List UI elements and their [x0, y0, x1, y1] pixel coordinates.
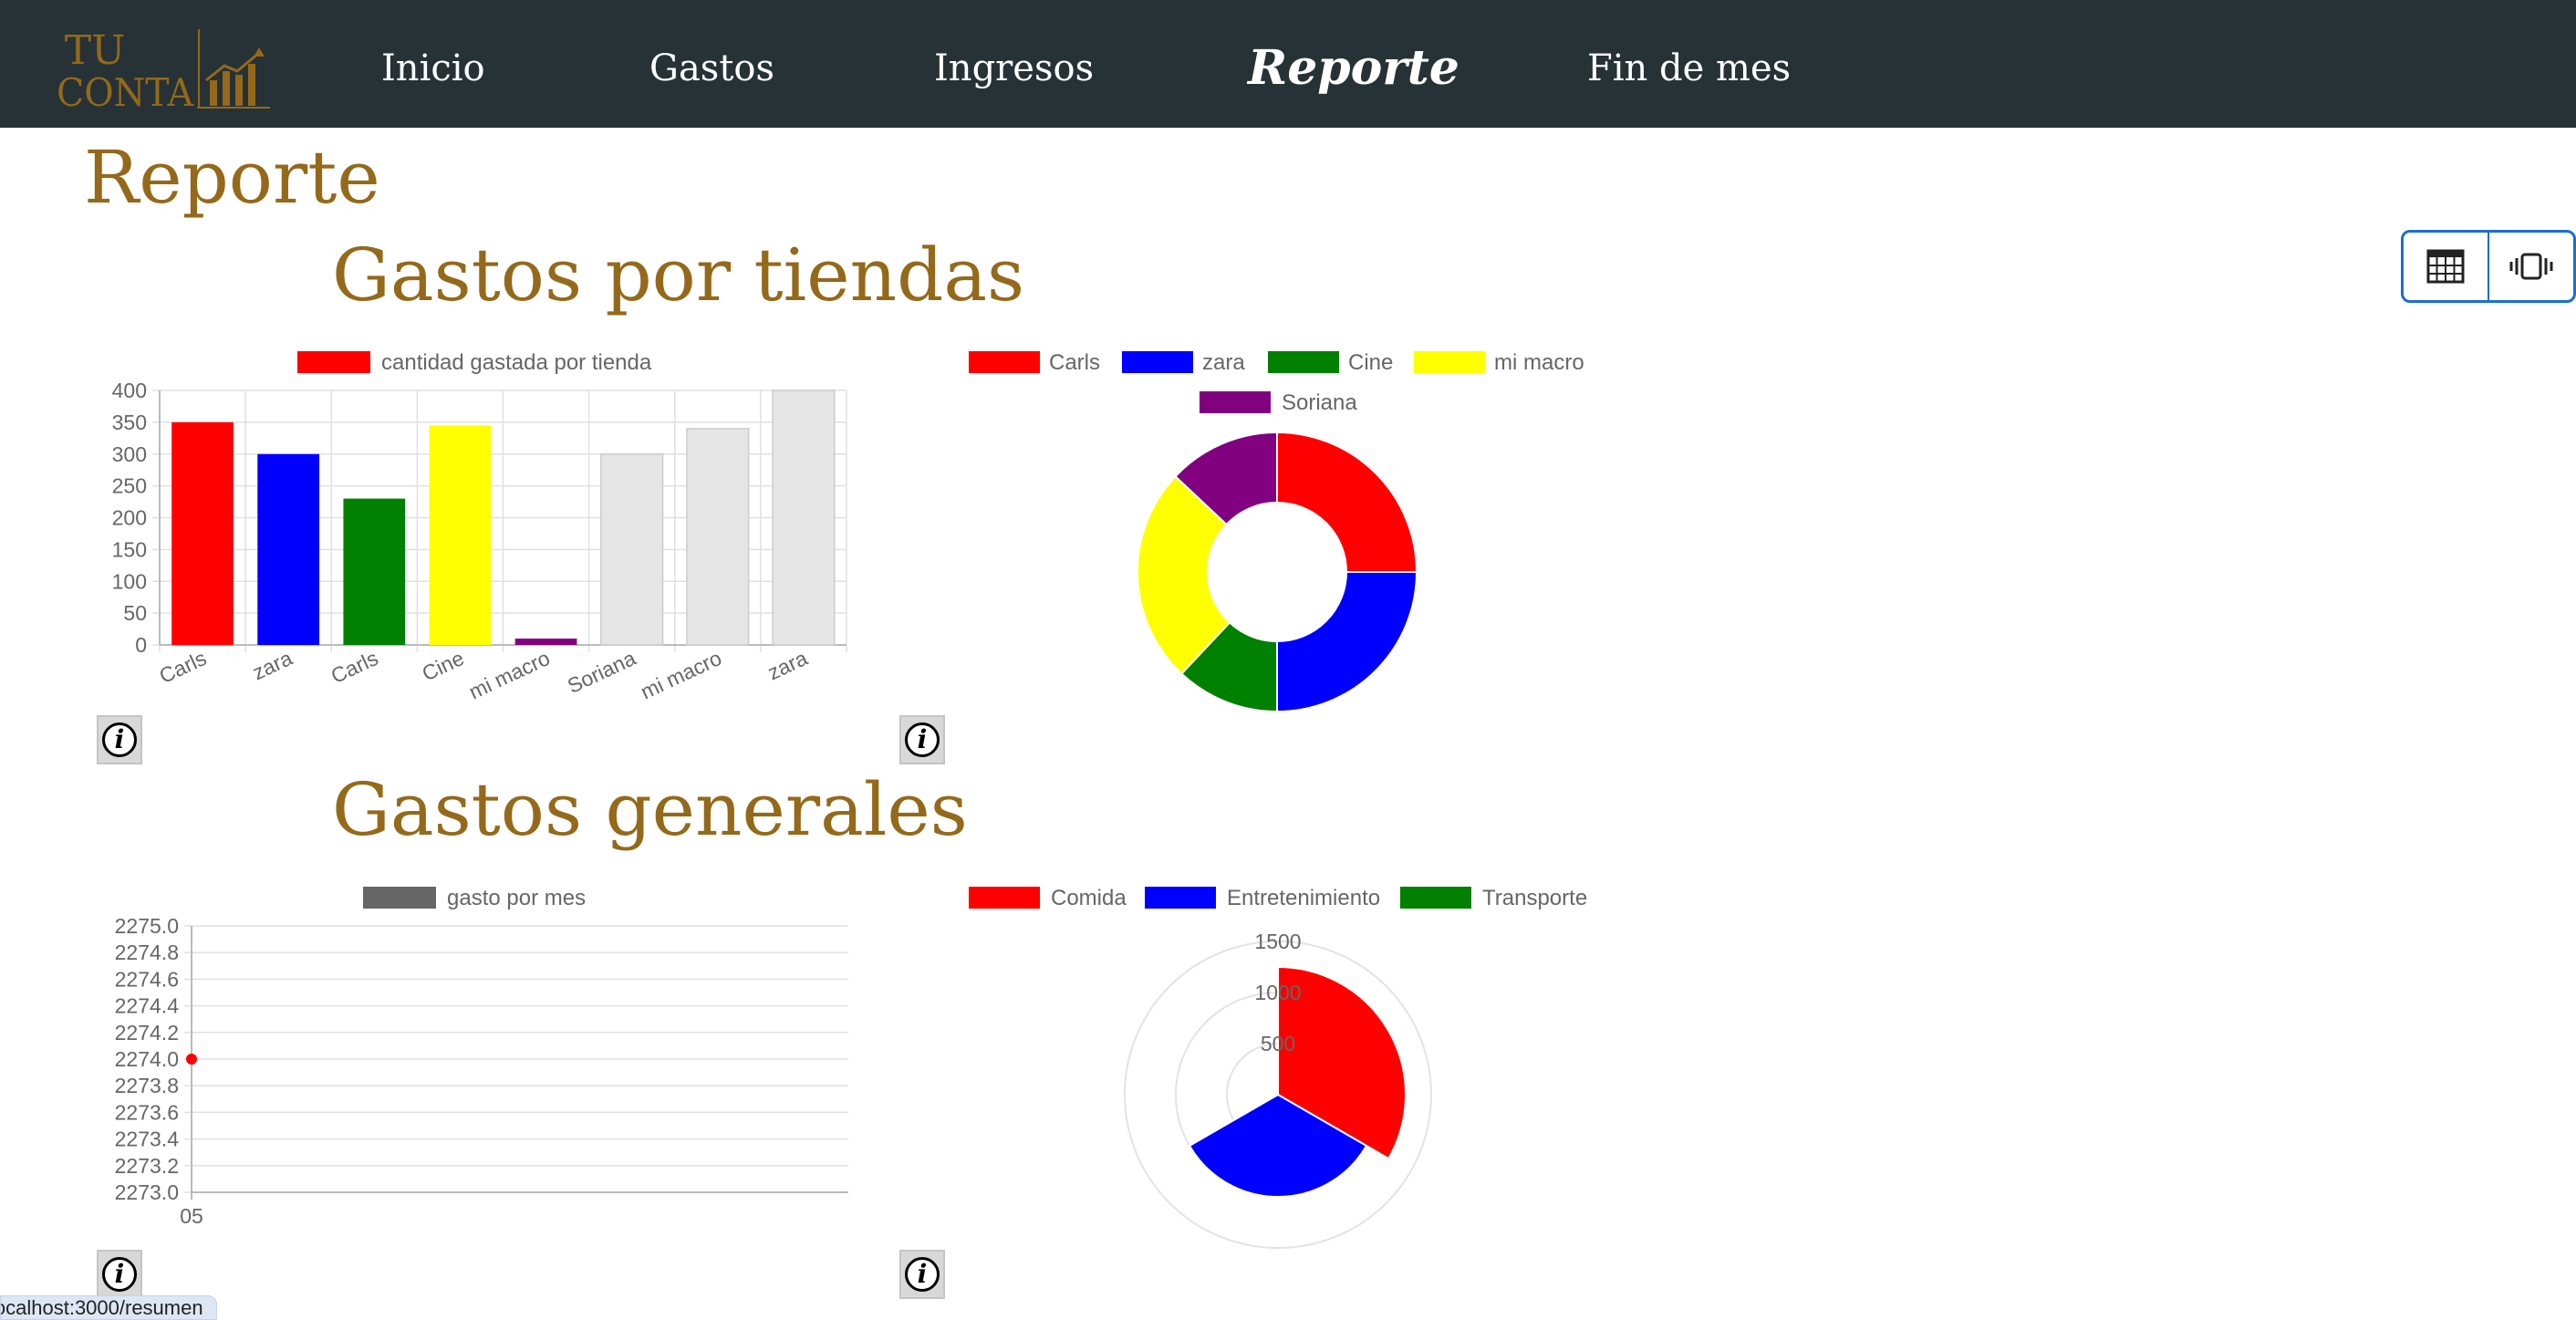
- y-tick-label: 2273.4: [115, 1128, 180, 1151]
- info-button-line-chart[interactable]: i: [97, 1250, 142, 1299]
- legend-label: Entretenimiento: [1227, 886, 1380, 910]
- bar-zara: [257, 453, 320, 645]
- y-tick-label: 2274.8: [115, 941, 179, 964]
- line-chart-gasto-por-mes: gasto por mes 2275.0 2274.8 2274.6 2274.4 227…: [115, 886, 848, 1228]
- y-tick-label: 200: [112, 506, 147, 530]
- legend-label: Carls: [1049, 350, 1100, 375]
- radial-tick-label: 1000: [1254, 981, 1301, 1004]
- legend-swatch: [969, 887, 1040, 909]
- browser-status-bar: localhost:3000/resumen: [0, 1295, 217, 1320]
- legend-label: gasto por mes: [447, 886, 586, 910]
- radial-tick-label: 500: [1261, 1032, 1295, 1055]
- top-navbar: TU CONTA Inicio Gastos Ingresos Reporte …: [0, 0, 2576, 128]
- legend-swatch: [969, 351, 1040, 373]
- y-tick-label: 2273.2: [115, 1154, 179, 1178]
- legend-swatch: [1414, 351, 1485, 373]
- x-tick-label: 05: [180, 1204, 203, 1228]
- section-title-gastos-generales: Gastos generales: [332, 767, 968, 852]
- status-url: localhost:3000/resumen: [0, 1296, 203, 1319]
- data-point: [186, 1054, 197, 1065]
- y-tick-label: 2273.0: [115, 1180, 179, 1204]
- carousel-view-button[interactable]: [2488, 233, 2573, 300]
- radial-tick-label: 1500: [1254, 930, 1301, 953]
- legend-label: Comida: [1051, 886, 1127, 910]
- logo-text-top: TU: [65, 27, 125, 74]
- legend-label: Transporte: [1482, 886, 1587, 910]
- x-tick-label: Soriana: [564, 646, 639, 698]
- y-tick-label: 2275.0: [115, 914, 179, 938]
- legend-label: zara: [1202, 350, 1245, 375]
- bar-carls: [343, 498, 406, 645]
- legend-swatch: [1122, 351, 1193, 373]
- view-toggle-group: [2401, 230, 2576, 303]
- calendar-grid-icon: [2426, 249, 2465, 284]
- y-tick-label: 250: [112, 474, 147, 498]
- y-tick-label: 2273.8: [115, 1074, 179, 1097]
- x-tick-label: mi macro: [465, 646, 554, 704]
- bar-zara: [772, 390, 836, 646]
- nav-fin-de-mes[interactable]: Fin de mes: [1587, 0, 1791, 128]
- bar-chart-gastos-por-tienda: cantidad gastada por tienda 0 50 100 150 200 2…: [112, 350, 847, 704]
- y-tick-label: 2274.4: [115, 994, 180, 1018]
- doughnut-chart-tiendas: Carls zara Cine mi macro Soriana: [969, 350, 1584, 713]
- legend-swatch: [1145, 887, 1216, 909]
- x-tick-label: Carls: [156, 646, 211, 688]
- info-button-doughnut-chart[interactable]: i: [899, 715, 945, 764]
- carousel-icon: [2509, 253, 2553, 280]
- section-title-gastos-por-tiendas: Gastos por tiendas: [332, 233, 1025, 317]
- legend-swatch: [1268, 351, 1339, 373]
- doughnut-slice-zara: [1276, 571, 1418, 713]
- x-tick-label: zara: [764, 646, 812, 685]
- nav-ingresos[interactable]: Ingresos: [934, 0, 1094, 128]
- bar-mi-macro: [514, 639, 577, 645]
- bar-cine: [429, 425, 492, 645]
- y-tick-label: 0: [135, 633, 147, 657]
- y-tick-label: 100: [112, 569, 147, 593]
- y-tick-label: 300: [112, 442, 147, 466]
- nav-inicio[interactable]: Inicio: [381, 0, 485, 128]
- logo-text-bottom: CONTA: [57, 70, 194, 115]
- y-tick-label: 2274.2: [115, 1021, 179, 1045]
- doughnut-slice-carls: [1276, 431, 1418, 573]
- legend-swatch: [1400, 887, 1471, 909]
- info-icon: i: [905, 1257, 940, 1292]
- info-icon: i: [905, 722, 940, 757]
- y-tick-label: 2273.6: [115, 1100, 179, 1124]
- y-tick-label: 150: [112, 537, 147, 561]
- polar-area-chart-categorias: Comida Entretenimiento Transporte 500 1000 15…: [969, 886, 1587, 1249]
- legend-label: cantidad gastada por tienda: [381, 350, 652, 375]
- y-tick-label: 2274.0: [115, 1047, 179, 1071]
- bar-mi-macro: [686, 428, 750, 646]
- x-tick-label: Carls: [327, 646, 382, 688]
- legend-label: Cine: [1348, 350, 1393, 375]
- legend-swatch: [1200, 391, 1271, 413]
- info-icon: i: [102, 1257, 137, 1292]
- app-logo[interactable]: TU CONTA: [53, 20, 272, 115]
- y-tick-label: 2274.6: [115, 967, 179, 991]
- nav-gastos[interactable]: Gastos: [649, 0, 774, 128]
- legend-swatch: [363, 887, 436, 909]
- y-tick-label: 350: [112, 411, 147, 434]
- calendar-view-button[interactable]: [2404, 233, 2488, 300]
- nav-reporte[interactable]: Reporte: [1248, 0, 1459, 128]
- x-tick-label: mi macro: [637, 646, 725, 704]
- y-tick-label: 50: [123, 601, 147, 625]
- legend-swatch: [297, 351, 370, 373]
- info-icon: i: [102, 722, 137, 757]
- page-title: Reporte: [84, 135, 380, 220]
- logo-chart-icon: TU CONTA: [57, 27, 270, 115]
- legend-label: mi macro: [1494, 350, 1584, 375]
- legend-label: Soriana: [1282, 390, 1357, 415]
- bar-soriana: [600, 453, 664, 646]
- x-tick-label: Cine: [419, 646, 468, 686]
- info-button-bar-chart[interactable]: i: [97, 715, 142, 764]
- info-button-polar-chart[interactable]: i: [899, 1250, 945, 1299]
- bar-carls: [171, 421, 234, 645]
- x-tick-label: zara: [249, 646, 296, 685]
- y-tick-label: 400: [112, 379, 147, 402]
